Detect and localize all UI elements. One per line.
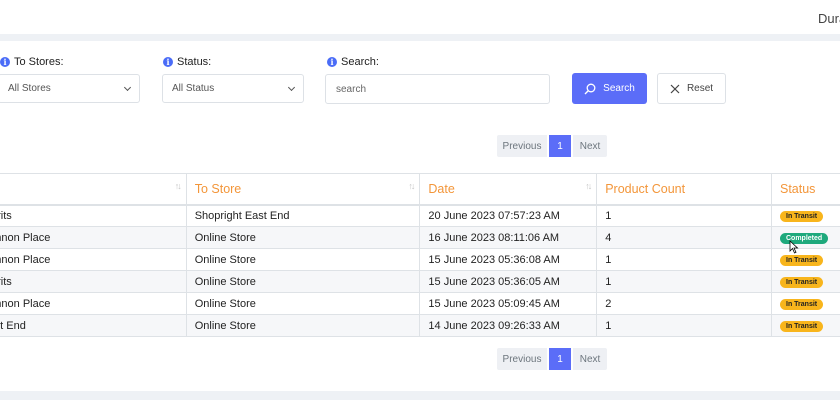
cell-date: 20 June 2023 07:57:23 AM (419, 204, 598, 227)
cell-date: 14 June 2023 09:26:33 AM (419, 314, 598, 337)
cell-product-count: 1 (596, 248, 772, 271)
cell-product-count: 1 (596, 204, 772, 227)
next-button[interactable]: Next (573, 135, 607, 157)
cell-date: 15 June 2023 05:36:05 AM (419, 270, 598, 293)
cell-to-store: Online Store (185, 248, 421, 271)
cell-product-count: 2 (596, 292, 772, 315)
cell-from-store: nt Cannon Place (0, 248, 187, 271)
to-stores-label: i To Stores: (0, 56, 64, 68)
column-header-to-store[interactable]: To Store ↑↓ (185, 173, 421, 206)
sort-icon[interactable]: ↑↓ (585, 181, 592, 191)
cell-product-count: 1 (596, 270, 772, 293)
info-icon: i (327, 57, 337, 67)
search-button-label: Search (603, 83, 635, 94)
cell-to-store: Online Store (185, 292, 421, 315)
to-stores-select[interactable]: All Stores (0, 74, 140, 103)
chevron-down-icon (287, 83, 296, 91)
column-header-label: To Store (194, 181, 242, 196)
column-header-date[interactable]: Date ↑↓ (419, 173, 598, 206)
reset-button-label: Reset (686, 83, 714, 94)
cell-product-count: 1 (596, 314, 772, 337)
column-header-label: Date (428, 181, 455, 196)
cell-to-store: Online Store (185, 270, 421, 293)
status-label-text: Status: (177, 56, 212, 68)
column-header-status: Status (771, 173, 840, 206)
pagination-top: Previous 1 Next (497, 135, 607, 157)
close-icon (670, 84, 680, 93)
cell-date: 16 June 2023 08:11:06 AM (419, 226, 598, 249)
column-header-product-count: Product Count (596, 173, 772, 206)
status-value: All Status (172, 83, 215, 94)
column-header-label: Product Count (605, 181, 686, 196)
table-row[interactable]: nt Cannon Place Online Store 15 June 202… (0, 248, 840, 271)
status-badge: In Transit (780, 299, 824, 310)
sort-icon[interactable]: ↑↓ (408, 181, 415, 191)
search-label-text: Search: (341, 56, 379, 68)
cell-date: 15 June 2023 05:36:08 AM (419, 248, 598, 271)
cell-status: In Transit (771, 270, 840, 293)
search-button[interactable]: Search (572, 73, 647, 104)
top-bar: Durai (0, 0, 840, 34)
cell-status: In Transit (771, 204, 840, 227)
page-1-button[interactable]: 1 (549, 348, 571, 370)
cell-from-store: nt Cannon Place (0, 226, 187, 249)
user-name[interactable]: Durai (818, 11, 840, 26)
chevron-down-icon (123, 83, 132, 91)
reset-button[interactable]: Reset (657, 73, 726, 104)
pagination-bottom: Previous 1 Next (497, 348, 607, 370)
cell-status: In Transit (771, 292, 840, 315)
transfers-table: tore↑↓ To Store ↑↓ Date ↑↓ Product Count S… (0, 173, 840, 337)
column-header-label: Status (780, 181, 816, 196)
cell-to-store: Online Store (185, 226, 421, 249)
cell-status: In Transit (771, 314, 840, 337)
cell-from-store: nt Spirits (0, 204, 187, 227)
cell-from-store: nt Spirits (0, 270, 187, 293)
cell-from-store: nt East End (0, 314, 187, 337)
table-row[interactable]: nt Cannon Place Online Store 15 June 202… (0, 292, 840, 315)
previous-button[interactable]: Previous (497, 348, 547, 370)
table-row[interactable]: nt Spirits Online Store 15 June 2023 05:… (0, 270, 840, 293)
status-badge: Completed (780, 233, 829, 244)
status-badge: In Transit (780, 211, 824, 223)
search-icon (584, 83, 596, 94)
page-1-button[interactable]: 1 (549, 135, 571, 157)
next-button[interactable]: Next (573, 348, 607, 370)
info-icon: i (163, 57, 173, 67)
search-label: i Search: (327, 56, 379, 68)
table-row[interactable]: nt East End Online Store 14 June 2023 09… (0, 314, 840, 337)
cell-to-store: Shopright East End (185, 204, 421, 227)
table-row[interactable]: nt Cannon Place Online Store 16 June 202… (0, 226, 840, 249)
cell-product-count: 4 (596, 226, 772, 249)
cell-date: 15 June 2023 05:09:45 AM (419, 292, 598, 315)
status-label: i Status: (163, 56, 211, 68)
cell-from-store: nt Cannon Place (0, 292, 187, 315)
search-input[interactable] (325, 74, 550, 104)
status-select[interactable]: All Status (162, 74, 304, 103)
info-icon: i (0, 57, 10, 67)
to-stores-label-text: To Stores: (14, 56, 64, 68)
sort-icon[interactable]: ↑↓ (175, 181, 182, 191)
status-badge: In Transit (780, 277, 824, 288)
previous-button[interactable]: Previous (497, 135, 547, 157)
status-badge: In Transit (780, 321, 824, 332)
to-stores-value: All Stores (8, 83, 51, 94)
cell-status: Completed (771, 226, 840, 249)
column-header-from-store[interactable]: tore↑↓ (0, 173, 187, 206)
cell-to-store: Online Store (185, 314, 421, 337)
mouse-cursor-icon (789, 240, 799, 254)
status-badge: In Transit (780, 255, 824, 266)
cell-status: In Transit (771, 248, 840, 271)
table-header-row: tore↑↓ To Store ↑↓ Date ↑↓ Product Count S… (0, 173, 840, 206)
table-row[interactable]: nt Spirits Shopright East End 20 June 20… (0, 204, 840, 227)
